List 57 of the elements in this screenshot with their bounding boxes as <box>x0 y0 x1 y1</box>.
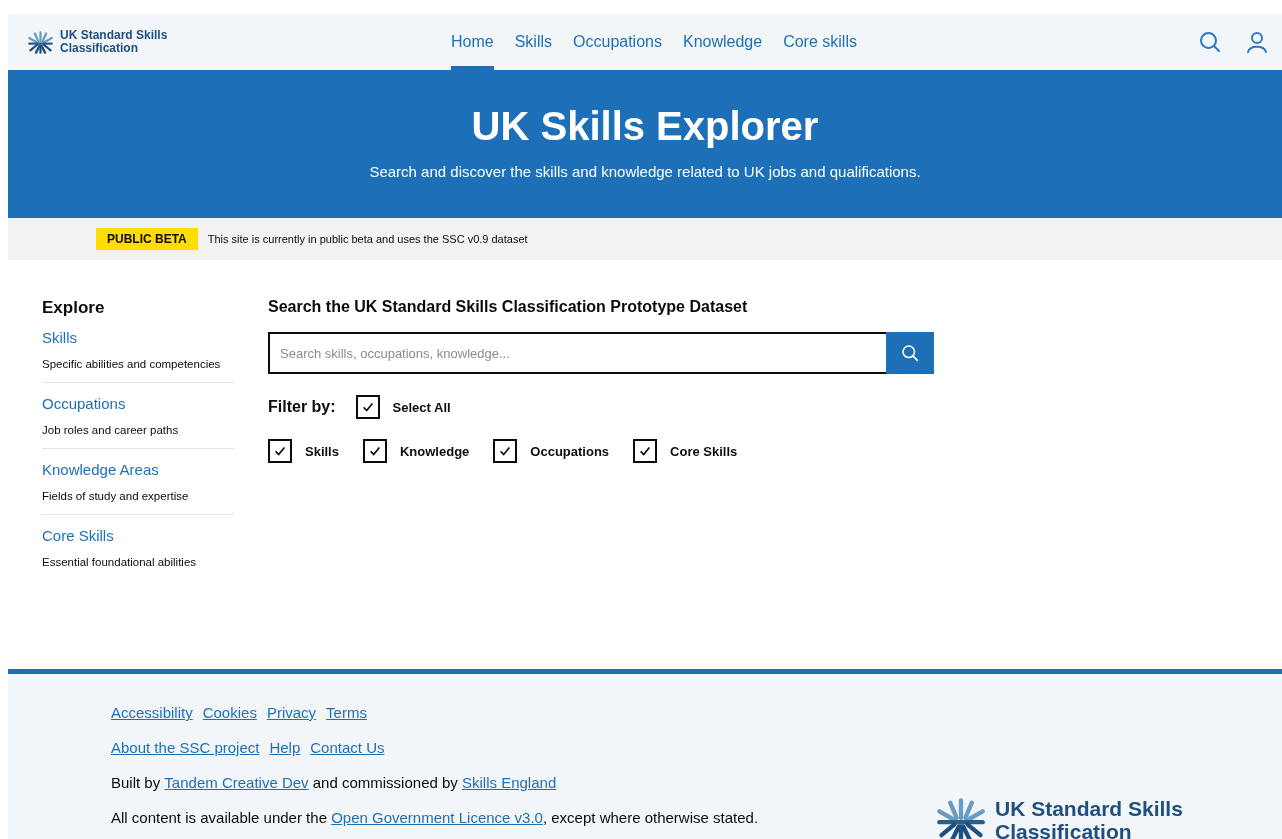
search-field[interactable]: Search skills, occupations, knowledge... <box>268 332 886 374</box>
checkbox[interactable] <box>355 395 380 419</box>
checkbox-label: Occupations <box>530 443 610 459</box>
sidebar-description: Essential foundational abilities <box>42 556 198 568</box>
sidebar-description: Job roles and career paths <box>42 424 180 436</box>
sidebar-link[interactable]: Knowledge Areas <box>42 461 234 478</box>
sidebar-link[interactable]: Core Skills <box>42 527 234 544</box>
check-icon <box>638 444 653 458</box>
footer-text: and commissioned by <box>311 774 459 791</box>
footer-link[interactable]: Contact Us <box>310 739 385 756</box>
beta-text: This site is currently in public beta and uses the SSC v0.9 dataset <box>207 233 528 245</box>
sidebar-description: Specific abilities and competencies <box>42 358 222 370</box>
checkbox[interactable] <box>268 439 292 463</box>
logo-icon <box>27 30 54 54</box>
footer-text: All content is available under the <box>111 809 328 826</box>
sidebar-link[interactable]: Occupations <box>42 395 234 412</box>
nav-link[interactable]: Occupations <box>573 14 662 70</box>
footer-link[interactable]: About the SSC project <box>111 739 260 756</box>
sidebar-link[interactable]: Skills <box>42 329 234 346</box>
footer-link[interactable]: Skills England <box>462 774 557 791</box>
logo-text[interactable]: UK Standard Skills Classification <box>60 29 168 55</box>
check-icon <box>360 400 375 414</box>
nav-link[interactable]: Skills <box>514 14 553 70</box>
footer-link[interactable]: Terms <box>326 704 367 721</box>
search-icon[interactable] <box>1199 31 1221 53</box>
checkbox[interactable] <box>362 439 387 463</box>
footer-text: , except where otherwise stated. <box>542 809 759 826</box>
search-icon <box>901 344 919 362</box>
user-icon[interactable] <box>1246 31 1268 53</box>
sidebar-heading: Explore <box>42 298 106 318</box>
filter-label: Filter by: <box>268 398 336 416</box>
check-icon <box>498 444 513 458</box>
hero-subtitle: Search and discover the skills and knowledge related to UK jobs and qualifications. <box>368 163 922 180</box>
checkbox-label: Knowledge <box>399 443 470 459</box>
checkbox-label: Select All <box>392 399 451 415</box>
logo-text: UK Standard Skills Classification <box>995 797 1183 839</box>
footer-link[interactable]: Open Government Licence v3.0 <box>331 809 543 826</box>
footer-link[interactable]: Accessibility <box>111 704 193 721</box>
check-icon <box>367 444 382 458</box>
nav-link[interactable]: Knowledge <box>682 14 763 70</box>
sidebar-description: Fields of study and expertise <box>42 490 190 502</box>
nav-link[interactable]: Core skills <box>783 14 857 70</box>
check-icon <box>273 444 287 458</box>
checkbox[interactable] <box>493 439 518 463</box>
hero-title: UK Skills Explorer <box>470 104 820 149</box>
checkbox[interactable] <box>633 439 658 463</box>
checkbox-label: Core Skills <box>670 443 738 459</box>
footer-text: Built by <box>111 774 162 791</box>
logo-icon <box>935 798 987 839</box>
search-button[interactable] <box>886 332 934 374</box>
beta-tag: PUBLIC BETA <box>96 228 198 250</box>
footer-link[interactable]: Help <box>269 739 301 756</box>
footer-link[interactable]: Tandem Creative Dev <box>164 774 309 791</box>
checkbox-label: Skills <box>305 443 339 459</box>
footer-link[interactable]: Cookies <box>202 704 257 721</box>
search-heading: Search the UK Standard Skills Classification Prototype Dataset <box>268 298 749 316</box>
footer-link[interactable]: Privacy <box>266 704 317 721</box>
